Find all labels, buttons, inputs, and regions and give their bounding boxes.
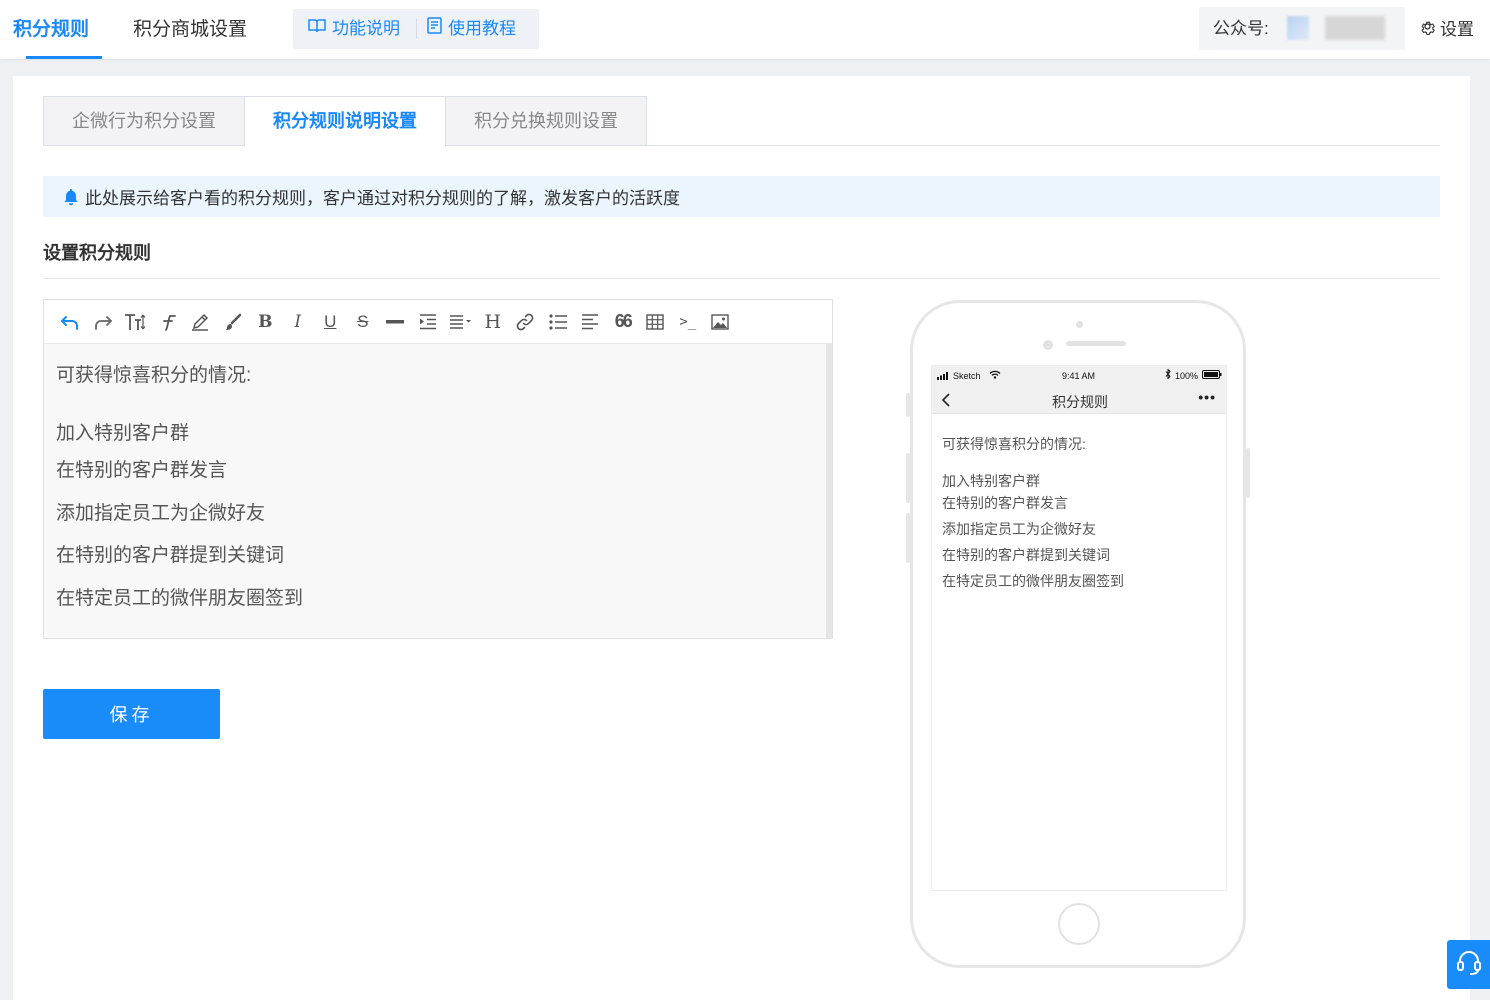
top-navbar: 积分规则 积分商城设置 功能说明 使用教程 公众号: 设置 [0, 0, 1490, 59]
book-icon [308, 9, 326, 49]
brush-icon[interactable] [217, 307, 250, 337]
phone-side-button [1246, 448, 1250, 498]
phone-content-line: 加入特别客户群 [942, 473, 1040, 489]
tab-wecom-behavior-points-label: 企微行为积分设置 [72, 111, 216, 131]
phone-front-dot [1076, 321, 1083, 328]
tab-points-exchange-rules[interactable]: 积分兑换规则设置 [445, 96, 647, 146]
battery-icon [1202, 370, 1222, 381]
tab-points-rules-description-label: 积分规则说明设置 [273, 111, 417, 131]
account-avatar [1287, 16, 1309, 40]
phone-speaker [1066, 341, 1126, 346]
notice-text: 此处展示给客户看的积分规则，客户通过对积分规则的了解，激发客户的活跃度 [85, 189, 680, 208]
battery-label: 100% [1175, 371, 1199, 381]
bold-icon[interactable]: B [249, 307, 282, 337]
phone-home-button [1058, 903, 1100, 945]
editor-line: 可获得惊喜积分的情况: [56, 365, 252, 386]
main-card: 企微行为积分设置 积分规则说明设置 积分兑换规则设置 此处展示给客户看的积分规则… [13, 76, 1470, 1000]
settings-label: 设置 [1440, 20, 1474, 39]
divider-icon[interactable] [379, 307, 412, 337]
tab-wecom-behavior-points[interactable]: 企微行为积分设置 [43, 96, 245, 146]
carrier-label: Sketch [953, 371, 981, 381]
customer-service-button[interactable] [1447, 940, 1490, 989]
quote-icon[interactable]: 66 [607, 307, 640, 337]
save-button[interactable]: 保存 [43, 689, 220, 739]
undo-icon[interactable] [54, 307, 87, 337]
editor-line: 在特别的客户群提到关键词 [56, 545, 285, 566]
settings-button[interactable]: 设置 [1419, 0, 1474, 59]
align-icon[interactable] [444, 307, 477, 337]
editor-scrollbar[interactable] [826, 344, 832, 638]
italic-icon[interactable]: I [282, 307, 315, 337]
editor-line: 在特定员工的微伴朋友圈签到 [56, 588, 304, 609]
highlight-icon[interactable] [184, 307, 217, 337]
tab-points-rules-label: 积分规则 [13, 19, 90, 40]
help-separator [416, 19, 417, 39]
time-label: 9:41 AM [1062, 371, 1096, 381]
phone-status-bar: Sketch 9:41 AM 100% [932, 366, 1226, 388]
active-tab-underline [26, 56, 103, 59]
tab-points-mall-settings[interactable]: 积分商城设置 [133, 0, 247, 59]
font-size-icon[interactable] [119, 307, 152, 337]
phone-content-line: 在特定员工的微伴朋友圈签到 [942, 573, 1124, 589]
tab-points-rules[interactable]: 积分规则 [13, 0, 103, 59]
section-divider [43, 278, 1440, 279]
phone-content-line: 在特别的客户群发言 [942, 495, 1068, 511]
tab-points-exchange-rules-label: 积分兑换规则设置 [474, 111, 618, 131]
sub-tabs: 企微行为积分设置 积分规则说明设置 积分兑换规则设置 [43, 96, 1440, 147]
editor-toolbar: B I U S H 66 >_ [44, 300, 832, 344]
bell-icon [63, 188, 79, 206]
more-icon[interactable]: ••• [1198, 389, 1216, 405]
headset-icon [1455, 948, 1483, 981]
feature-description-link[interactable]: 功能说明 [308, 9, 400, 49]
editor-line: 添加指定员工为企微好友 [56, 503, 266, 524]
phone-side-button [906, 453, 910, 503]
phone-nav-bar: 积分规则 ••• [932, 388, 1226, 414]
tutorial-link[interactable]: 使用教程 [427, 9, 516, 49]
phone-side-button [906, 393, 910, 417]
phone-content-line: 在特别的客户群提到关键词 [942, 547, 1110, 563]
info-notice: 此处展示给客户看的积分规则，客户通过对积分规则的了解，激发客户的活跃度 [43, 176, 1440, 217]
heading-icon[interactable]: H [477, 307, 510, 337]
underline-icon[interactable]: U [314, 307, 347, 337]
table-icon[interactable] [639, 307, 672, 337]
editor-content[interactable]: 可获得惊喜积分的情况: 加入特别客户群 在特别的客户群发言 添加指定员工为企微好… [44, 344, 826, 638]
phone-screen: Sketch 9:41 AM 100% 积分规则 ••• 可获得惊喜积分的情况:… [931, 365, 1227, 891]
editor-line: 在特别的客户群发言 [56, 460, 228, 481]
editor-line: 加入特别客户群 [56, 423, 190, 444]
phone-side-button [906, 513, 910, 563]
wifi-icon [989, 370, 1001, 381]
rich-text-editor: B I U S H 66 >_ 可获得惊喜积分的情况: 加入特别客户群 在特别的… [43, 299, 833, 639]
feature-description-label: 功能说明 [332, 19, 400, 38]
document-icon [427, 9, 442, 49]
image-icon[interactable] [704, 307, 737, 337]
link-icon[interactable] [509, 307, 542, 337]
tutorial-label: 使用教程 [448, 19, 516, 38]
justify-icon[interactable] [574, 307, 607, 337]
signal-icon [937, 372, 951, 382]
indent-icon[interactable] [412, 307, 445, 337]
list-icon[interactable] [542, 307, 575, 337]
gear-icon [1419, 0, 1436, 59]
tab-points-rules-description[interactable]: 积分规则说明设置 [244, 96, 446, 147]
account-name-blurred [1325, 16, 1385, 40]
help-bar: 功能说明 使用教程 [293, 9, 539, 49]
redo-icon[interactable] [87, 307, 120, 337]
section-title: 设置积分规则 [43, 243, 151, 263]
phone-camera [1043, 340, 1053, 350]
tab-points-mall-settings-label: 积分商城设置 [133, 19, 248, 40]
font-family-icon[interactable] [152, 307, 185, 337]
strikethrough-icon[interactable]: S [347, 307, 380, 337]
phone-page-title: 积分规则 [1052, 394, 1108, 410]
phone-content-line: 可获得惊喜积分的情况: [942, 436, 1086, 452]
code-icon[interactable]: >_ [672, 307, 705, 337]
account-selector[interactable]: 公众号: [1199, 7, 1405, 50]
account-label: 公众号: [1213, 19, 1269, 38]
phone-preview: Sketch 9:41 AM 100% 积分规则 ••• 可获得惊喜积分的情况:… [906, 300, 1250, 968]
phone-content-line: 添加指定员工为企微好友 [942, 521, 1096, 537]
bluetooth-icon [1165, 368, 1171, 381]
